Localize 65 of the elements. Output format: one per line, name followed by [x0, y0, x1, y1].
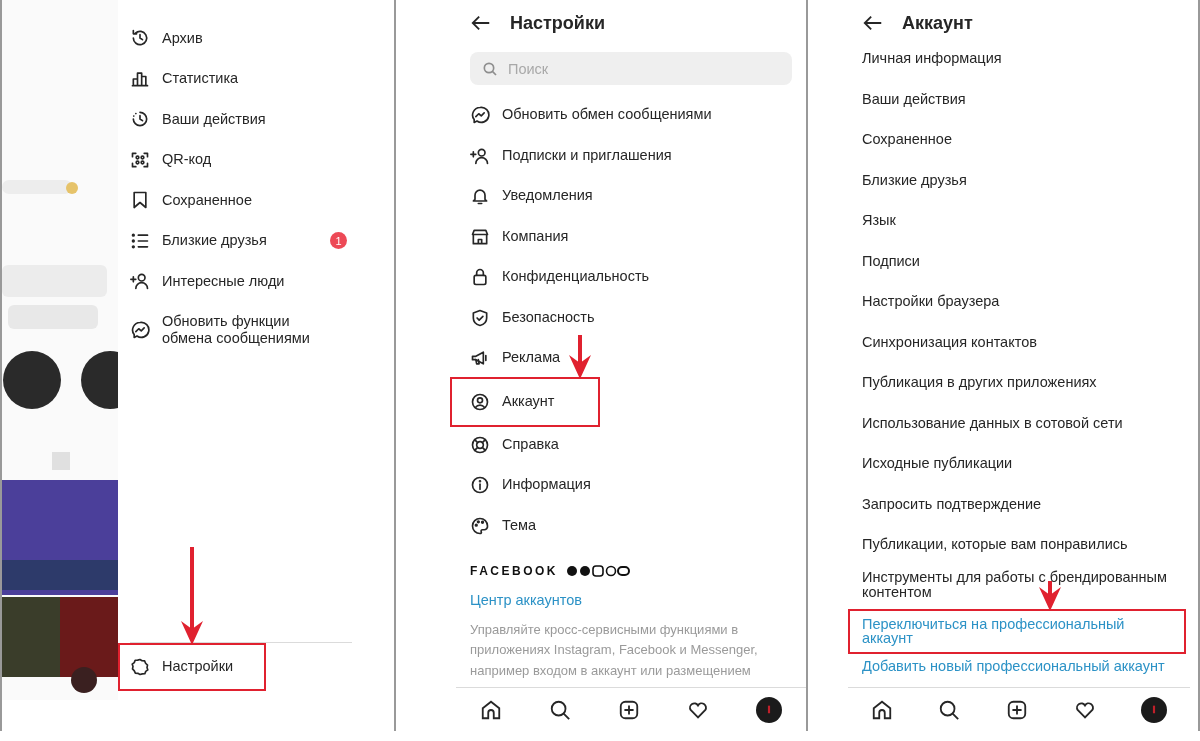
- add-post-icon[interactable]: [617, 698, 640, 721]
- search-field[interactable]: Поиск: [470, 52, 792, 85]
- messenger-icon: [470, 105, 490, 126]
- settings-item[interactable]: Безопасность: [470, 297, 792, 338]
- menu-item[interactable]: Интересные люди: [162, 272, 285, 290]
- menu-item[interactable]: Близкие друзья: [162, 232, 267, 250]
- menu-item[interactable]: Обновить функции обмена сообщениями: [162, 312, 332, 347]
- messenger-icon: [130, 319, 150, 340]
- settings-item[interactable]: Компания: [470, 216, 792, 257]
- gear-icon: [130, 657, 150, 677]
- add-person-icon: [130, 271, 150, 292]
- account-item[interactable]: Настройки браузера: [862, 281, 1190, 322]
- settings-item[interactable]: Реклама: [470, 338, 792, 379]
- home-icon[interactable]: [870, 698, 893, 721]
- account-item[interactable]: Личная информация: [862, 38, 1190, 79]
- screen-title: Аккаунт: [902, 11, 973, 35]
- info-icon: [470, 475, 490, 496]
- app-icons-drawing: [566, 565, 630, 577]
- menu-item[interactable]: Статистика: [162, 70, 239, 88]
- bookmark-icon: [130, 190, 150, 211]
- brand-label: FACEBOOK: [470, 563, 558, 580]
- palette-icon: [470, 515, 490, 536]
- search-icon[interactable]: [938, 698, 961, 721]
- search-icon[interactable]: [548, 698, 571, 721]
- shield-icon: [470, 307, 490, 328]
- description-text: Управляйте кросс-сервисными функциями в приложениях Instagram, Facebook и Messenger, например входом в аккаунт или размещением: [470, 620, 759, 680]
- avatar-icon[interactable]: [756, 696, 783, 723]
- account-item[interactable]: Публикация в других приложениях: [862, 362, 1190, 403]
- account-item[interactable]: Синхронизация контактов: [862, 321, 1190, 362]
- accounts-center-link[interactable]: Центр аккаунтов: [470, 590, 582, 612]
- person-circle-icon: [470, 391, 490, 412]
- lock-icon: [470, 267, 490, 288]
- bell-icon: [470, 186, 490, 207]
- settings-item[interactable]: Настройки: [120, 645, 264, 689]
- account-item[interactable]: Язык: [862, 200, 1190, 241]
- account-item[interactable]: Переключиться на профессиональный аккаунт: [850, 611, 1184, 652]
- account-item[interactable]: Публикации, которые вам понравились: [862, 524, 1190, 565]
- pointer-arrow: [567, 334, 593, 379]
- account-item[interactable]: Ваши действия: [862, 78, 1190, 119]
- notification-badge: 1: [330, 232, 347, 250]
- account-item[interactable]: Добавить новый профессиональный аккаунт: [862, 651, 1190, 682]
- screen-title: Настройки: [510, 11, 605, 35]
- settings-item[interactable]: Обновить обмен сообщениями: [470, 95, 792, 136]
- settings-item[interactable]: Справка: [470, 424, 792, 465]
- account-item[interactable]: Инструменты для работы с брендированным контентом: [862, 564, 1190, 605]
- settings-item[interactable]: Уведомления: [470, 176, 792, 217]
- account-item[interactable]: Запросить подтверждение: [862, 483, 1190, 524]
- account-item[interactable]: Подписи: [862, 240, 1190, 281]
- avatar-icon[interactable]: [1141, 696, 1168, 723]
- menu-item[interactable]: Архив: [162, 29, 203, 47]
- menu-item[interactable]: QR-код: [162, 151, 212, 169]
- account-item[interactable]: Исходные публикации: [862, 443, 1190, 484]
- settings-item[interactable]: Аккаунт: [452, 378, 598, 425]
- settings-item[interactable]: Тема: [470, 505, 792, 546]
- settings-item[interactable]: Конфиденциальность: [470, 257, 792, 298]
- menu-item[interactable]: Сохраненное: [162, 191, 252, 209]
- home-icon[interactable]: [479, 698, 502, 721]
- add-post-icon[interactable]: [1006, 698, 1028, 721]
- account-item[interactable]: Использование данных в сотовой сети: [862, 402, 1190, 443]
- menu-item[interactable]: Ваши действия: [162, 110, 266, 128]
- settings-item[interactable]: Подписки и приглашения: [470, 135, 792, 176]
- settings-item[interactable]: Информация: [470, 465, 792, 506]
- lifebuoy-icon: [470, 434, 490, 455]
- account-item[interactable]: Сохраненное: [862, 119, 1190, 160]
- account-item[interactable]: Близкие друзья: [862, 159, 1190, 200]
